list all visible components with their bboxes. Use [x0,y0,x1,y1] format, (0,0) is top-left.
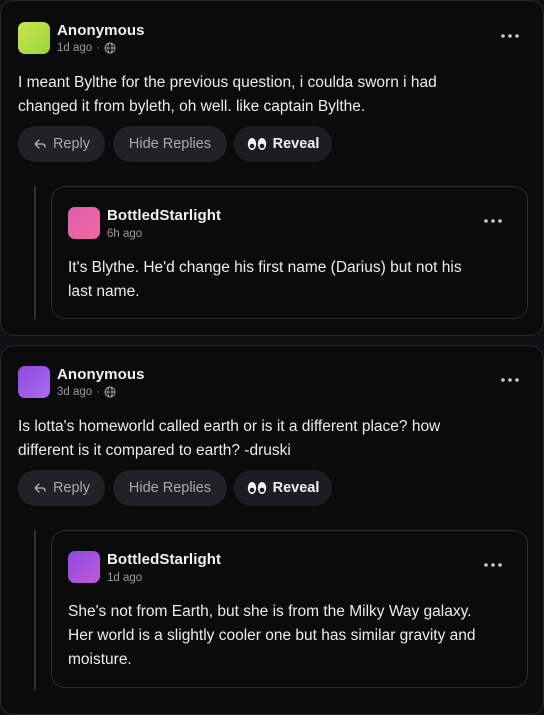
reply-body: She's not from Earth, but she is from th… [68,600,518,672]
comment-line: changed it from byleth, oh well. like ca… [18,98,366,115]
more-options-button[interactable] [482,214,504,228]
reply-arrow-icon [34,483,46,493]
reveal-button[interactable]: Reveal [234,470,332,506]
hide-replies-button[interactable]: Hide Replies [113,126,227,162]
comment-line: I meant Bylthe for the previous question… [18,74,437,91]
eyes-icon [247,138,266,150]
thread-line [34,186,36,319]
reply-label: Reply [52,480,91,496]
more-dots-icon [484,563,502,567]
comment-author: Anonymous [57,366,145,383]
comment-card: Anonymous 3d ago · Is lotta's homeworld … [0,345,544,715]
comment-meta: 3d ago · [57,386,116,398]
reply-button[interactable]: Reply [18,126,105,162]
eyes-icon [247,482,266,494]
reply-line: She's not from Earth, but she is from th… [68,603,472,620]
reply-meta: 6h ago [107,228,142,240]
more-options-button[interactable] [499,373,521,387]
meta-separator: · [96,386,101,398]
more-dots-icon [501,378,519,382]
globe-icon [104,386,116,398]
reveal-button[interactable]: Reveal [234,126,332,162]
reveal-label: Reveal [272,136,320,152]
reply-line: moisture. [68,651,132,668]
meta-separator: · [96,42,101,54]
reply-arrow-icon [34,139,46,149]
comment-line: different is it compared to earth? -drus… [18,442,291,459]
reply-line: It's Blythe. He'd change his first name … [68,259,462,276]
reply-card: BottledStarlight 1d ago She's not from E… [51,530,528,688]
reply-time: 6h ago [107,228,143,240]
reply-author: BottledStarlight [107,207,222,224]
avatar [68,207,100,239]
hide-replies-label: Hide Replies [128,136,212,152]
comment-body: I meant Bylthe for the previous question… [18,71,528,119]
comment-time: 3d ago [57,386,93,398]
comment-meta: 1d ago · [57,42,116,54]
more-options-button[interactable] [499,29,521,43]
comment-card: Anonymous 1d ago · I meant Bylthe for th… [0,0,544,336]
avatar [18,366,50,398]
reveal-label: Reveal [272,480,320,496]
reply-time: 1d ago [107,572,143,584]
globe-icon [104,42,116,54]
thread-line [34,530,36,690]
reply-author: BottledStarlight [107,551,222,568]
reply-button[interactable]: Reply [18,470,105,506]
reply-meta: 1d ago [107,572,142,584]
avatar [68,551,100,583]
hide-replies-button[interactable]: Hide Replies [113,470,227,506]
reply-line: last name. [68,283,140,300]
more-dots-icon [484,219,502,223]
more-dots-icon [501,34,519,38]
comment-time: 1d ago [57,42,93,54]
reply-body: It's Blythe. He'd change his first name … [68,256,518,304]
reply-line: Her world is a slightly cooler one but h… [68,627,476,644]
comment-body: Is lotta's homeworld called earth or is … [18,415,533,463]
avatar [18,22,50,54]
reply-label: Reply [52,136,91,152]
comment-line: Is lotta's homeworld called earth or is … [18,418,441,435]
reply-card: BottledStarlight 6h ago It's Blythe. He'… [51,186,528,319]
hide-replies-label: Hide Replies [128,480,212,496]
comment-author: Anonymous [57,22,145,39]
more-options-button[interactable] [482,558,504,572]
